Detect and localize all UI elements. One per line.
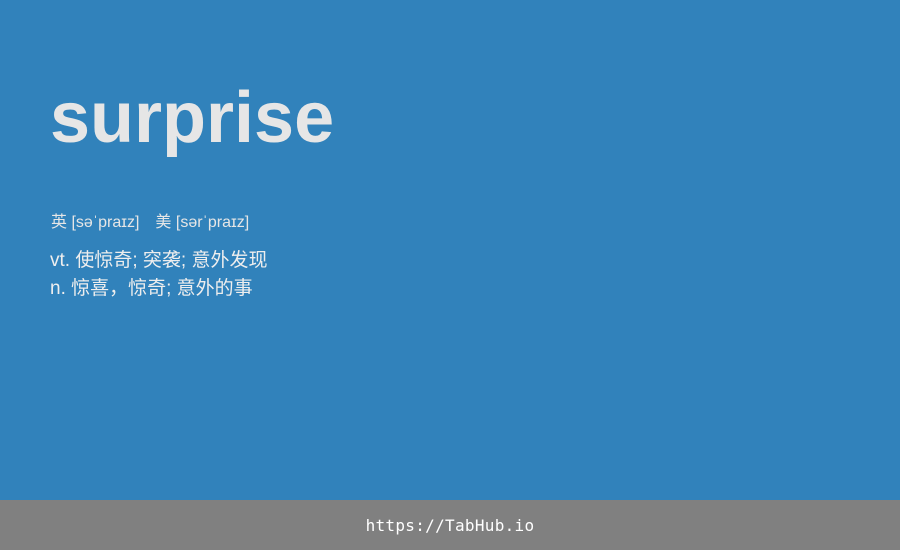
us-label: 美	[155, 214, 172, 231]
definition-noun: n. 惊喜，惊奇; 意外的事	[50, 278, 253, 299]
us-phonetic: [sərˈpraɪz]	[175, 214, 250, 231]
footer-bar: https://TabHub.io	[0, 500, 900, 550]
uk-label: 英	[51, 214, 68, 231]
new-tab-page: surprise 英 [səˈpraɪz] 美 [sərˈpraɪz] vt. 使…	[0, 0, 900, 550]
word-card: surprise 英 [səˈpraɪz] 美 [sərˈpraɪz] vt. 使…	[0, 0, 900, 500]
uk-phonetic: [səˈpraɪz]	[71, 214, 140, 231]
tabhub-link[interactable]: https://TabHub.io	[366, 516, 535, 535]
definitions: vt. 使惊奇; 突袭; 意外发现 n. 惊喜，惊奇; 意外的事	[50, 247, 267, 303]
phonetics: 英 [səˈpraɪz] 美 [sərˈpraɪz]	[51, 213, 249, 233]
definition-verb: vt. 使惊奇; 突袭; 意外发现	[50, 250, 268, 271]
word-title: surprise	[50, 78, 335, 158]
